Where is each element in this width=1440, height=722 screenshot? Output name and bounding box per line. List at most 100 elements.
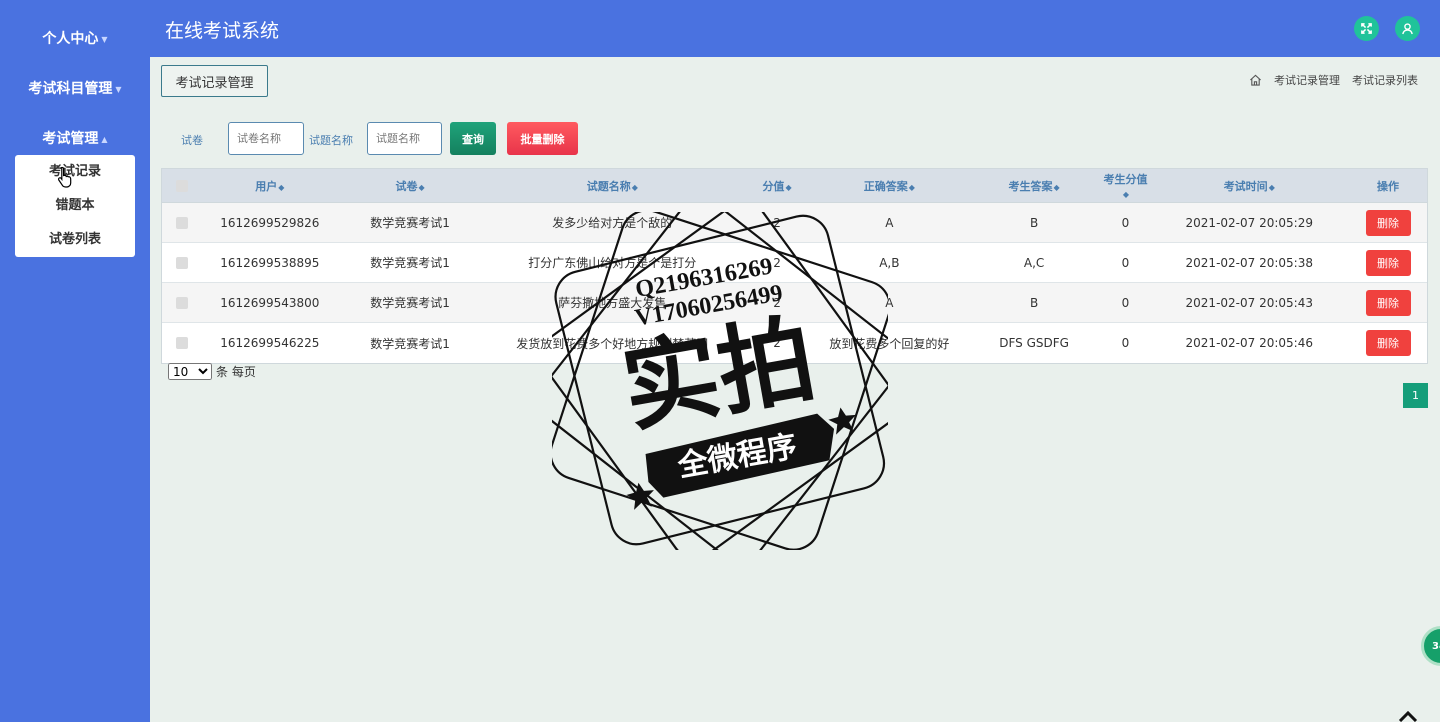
cell-correct-answer: A [885, 295, 894, 310]
sidebar-group-subject-management[interactable]: 考试科目管理 ▼ [0, 78, 150, 98]
cell-score: 2 [773, 295, 781, 310]
cell-paper: 数学竞赛考试1 [370, 336, 450, 351]
sort-icon: ◆ [631, 182, 638, 192]
sidebar-group-exam-management[interactable]: 考试管理 ▲ [0, 128, 150, 148]
sort-icon: ◆ [1053, 182, 1060, 192]
cell-paper: 数学竞赛考试1 [370, 216, 450, 230]
delete-button[interactable]: 删除 [1365, 330, 1411, 356]
column-header-user[interactable]: 用户◆ [202, 178, 338, 194]
caret-down-icon: ▲ [101, 134, 108, 144]
column-header-paper[interactable]: 试卷◆ [338, 178, 483, 194]
table-header: 用户◆ 试卷◆ 试题名称◆ 分值◆ 正确答案◆ 考生答案◆ 考生分值◆ 考试时间… [162, 169, 1427, 203]
cell-exam-time: 2021-02-07 20:05:46 [1185, 336, 1313, 350]
column-header-student-answer[interactable]: 考生答案◆ [967, 178, 1102, 194]
submenu-item-paper-list[interactable]: 试卷列表 [15, 223, 135, 257]
exam-record-table: 用户◆ 试卷◆ 试题名称◆ 分值◆ 正确答案◆ 考生答案◆ 考生分值◆ 考试时间… [161, 168, 1428, 364]
fullscreen-button[interactable] [1354, 16, 1379, 41]
cell-student-answer: A,C [1023, 255, 1045, 270]
cell-score: 2 [773, 336, 781, 350]
search-bar: 试卷 试题名称 查询 批量删除 [161, 122, 861, 155]
column-header-correct-answer[interactable]: 正确答案◆ [812, 178, 967, 194]
paper-name-input[interactable] [228, 122, 304, 155]
cell-student-score: 0 [1121, 336, 1130, 350]
sort-icon: ◆ [1268, 182, 1275, 192]
page-tab-exam-record-management[interactable]: 考试记录管理 [161, 65, 268, 97]
cell-correct-answer: A,B [879, 255, 900, 270]
column-header-question[interactable]: 试题名称◆ [482, 178, 742, 194]
sort-icon: ◆ [278, 182, 285, 192]
column-header-student-score[interactable]: 考生分值◆ [1102, 171, 1150, 200]
cell-correct-answer: 放到花费多个回复的好 [829, 336, 950, 351]
cell-user: 1612699546225 [220, 336, 320, 350]
floating-badge[interactable]: 34 [1421, 626, 1440, 666]
sort-icon: ◆ [908, 182, 915, 192]
batch-delete-button[interactable]: 批量删除 [507, 122, 578, 155]
exam-management-submenu: 考试记录 错题本 试卷列表 [15, 155, 135, 257]
sidebar-group-label: 考试科目管理 [28, 81, 113, 97]
delete-button[interactable]: 删除 [1365, 289, 1411, 316]
top-header: 在线考试系统 [150, 0, 1440, 57]
paper-label: 试卷 [181, 134, 203, 147]
page-size-control: 10 条 每页 [168, 363, 256, 380]
breadcrumb-item: 考试记录列表 [1352, 74, 1418, 87]
cell-user: 1612699538895 [220, 255, 320, 270]
question-name-label: 试题名称 [309, 134, 353, 147]
cell-score: 2 [773, 255, 781, 270]
page-size-select[interactable]: 10 [168, 363, 212, 380]
cell-student-score: 0 [1121, 295, 1130, 310]
cell-question: 发货放到花费多个好地方规划梵蒂冈 [516, 336, 709, 351]
breadcrumb-item[interactable]: 考试记录管理 [1274, 72, 1340, 88]
row-checkbox[interactable] [175, 337, 188, 349]
column-header-exam-time[interactable]: 考试时间◆ [1149, 178, 1349, 194]
table-row: 1612699546225 数学竞赛考试1 发货放到花费多个好地方规划梵蒂冈 2… [162, 323, 1427, 363]
cell-student-score: 0 [1121, 255, 1130, 270]
caret-down-icon: ▼ [115, 84, 122, 94]
cell-student-score: 0 [1121, 215, 1130, 230]
table-row: 1612699538895 数学竞赛考试1 打分广东佛山给对方是个是打分 2 A… [162, 243, 1427, 283]
row-checkbox[interactable] [175, 216, 188, 229]
sort-icon: ◆ [1122, 190, 1130, 199]
delete-button[interactable]: 删除 [1365, 209, 1411, 236]
cell-student-answer: DFS GSDFG [999, 336, 1069, 350]
cell-question: 萨芬撒地方盛大发售 [558, 296, 667, 310]
submenu-item-exam-records[interactable]: 考试记录 [15, 155, 135, 189]
sort-icon: ◆ [785, 182, 792, 192]
delete-button[interactable]: 删除 [1365, 249, 1411, 276]
row-checkbox[interactable] [175, 256, 188, 269]
user-profile-button[interactable] [1395, 16, 1420, 41]
star-icon [626, 482, 654, 510]
sidebar-group-label: 考试管理 [42, 131, 99, 147]
sidebar: 个人中心 ▼ 考试科目管理 ▼ 考试管理 ▲ 考试记录 错题本 试卷列表 [0, 0, 150, 722]
query-button[interactable]: 查询 [450, 122, 496, 155]
column-header-actions: 操作 [1377, 179, 1400, 193]
table-row: 1612699543800 数学竞赛考试1 萨芬撒地方盛大发售 2 A B 0 … [162, 283, 1427, 323]
caret-down-icon: ▼ [101, 34, 108, 44]
cell-exam-time: 2021-02-07 20:05:43 [1185, 295, 1313, 310]
fullscreen-icon [1361, 23, 1372, 34]
user-icon [1402, 23, 1413, 35]
submenu-item-wrong-questions[interactable]: 错题本 [15, 189, 135, 223]
column-header-score[interactable]: 分值◆ [742, 178, 812, 194]
question-name-input[interactable] [367, 122, 442, 155]
cell-exam-time: 2021-02-07 20:05:29 [1185, 215, 1313, 230]
cell-student-answer: B [1029, 215, 1039, 230]
home-icon[interactable] [1249, 74, 1262, 86]
cell-user: 1612699543800 [220, 295, 320, 310]
cell-question: 打分广东佛山给对方是个是打分 [528, 256, 697, 270]
cell-exam-time: 2021-02-07 20:05:38 [1185, 255, 1313, 270]
page-number-current[interactable]: 1 [1403, 383, 1428, 408]
row-checkbox[interactable] [175, 296, 188, 309]
star-icon [828, 407, 856, 435]
table-row: 1612699529826 数学竞赛考试1 发多少给对方是个敌的 2 A B 0… [162, 203, 1427, 243]
hand-cursor-icon [57, 166, 72, 188]
sidebar-group-personal-center[interactable]: 个人中心 ▼ [0, 28, 150, 48]
cell-correct-answer: A [885, 215, 894, 230]
sort-icon: ◆ [418, 182, 425, 192]
cell-student-answer: B [1029, 295, 1039, 310]
select-all-checkbox[interactable] [175, 179, 188, 192]
cell-user: 1612699529826 [220, 215, 320, 230]
scroll-to-top-icon[interactable] [1398, 711, 1418, 722]
table-body: 1612699529826 数学竞赛考试1 发多少给对方是个敌的 2 A B 0… [162, 203, 1427, 363]
cell-paper: 数学竞赛考试1 [370, 256, 450, 270]
page-size-suffix: 条 每页 [216, 365, 256, 379]
